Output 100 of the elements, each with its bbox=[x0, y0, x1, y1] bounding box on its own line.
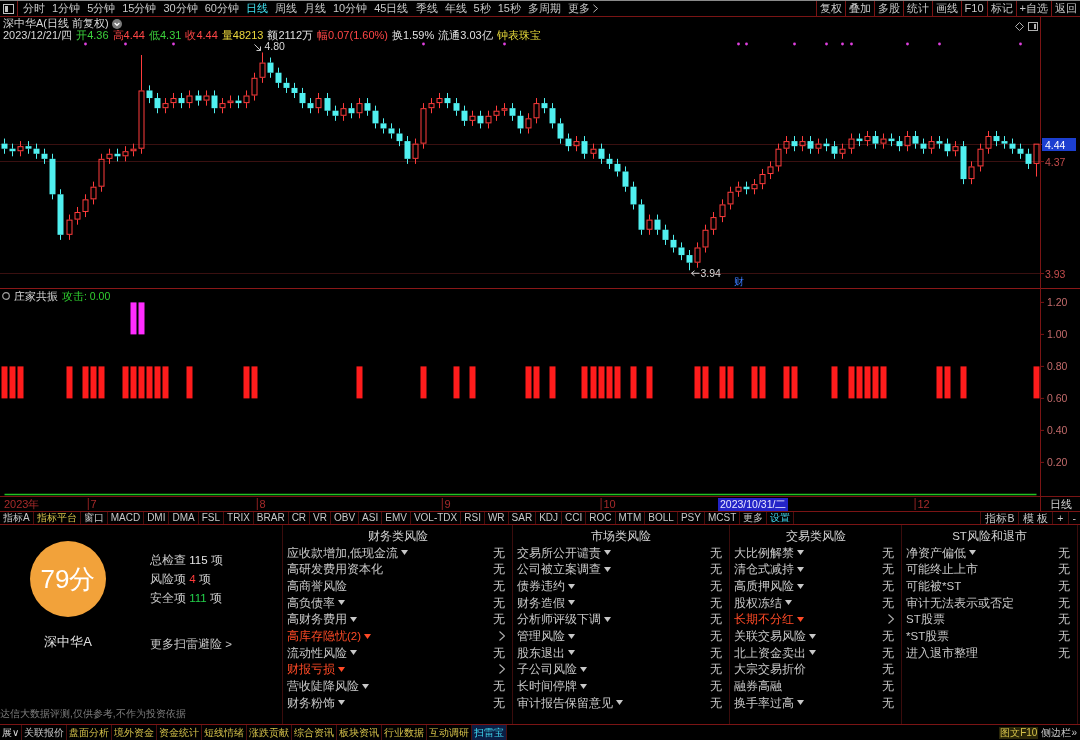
period-tab[interactable]: 周线 bbox=[272, 1, 300, 16]
period-tab[interactable]: 季线 bbox=[412, 1, 441, 16]
toolbar-button[interactable]: 标记 bbox=[986, 1, 1016, 16]
more-link[interactable]: 更多扫雷避险 > bbox=[150, 638, 232, 651]
dropdown-icon[interactable] bbox=[111, 18, 122, 29]
period-tab[interactable]: 分时 bbox=[20, 1, 48, 16]
indicator-tab[interactable]: DMI bbox=[144, 512, 170, 524]
risk-item[interactable]: ST股票 bbox=[906, 612, 945, 627]
period-tab[interactable]: 多周期 bbox=[524, 1, 564, 16]
risk-item[interactable]: 审计无法表示或否定 bbox=[906, 595, 1014, 610]
more-button[interactable]: 更多 bbox=[564, 1, 601, 16]
period-tab[interactable]: 5分钟 bbox=[84, 1, 119, 16]
bottom-tab[interactable]: 短线情绪 bbox=[202, 725, 248, 740]
toolbar-button[interactable]: +自选 bbox=[1015, 1, 1051, 16]
risk-item[interactable]: 子公司风险 bbox=[517, 662, 587, 677]
period-tab[interactable]: 60分钟 bbox=[201, 1, 242, 16]
indicator-tab[interactable]: 指标A bbox=[0, 512, 34, 524]
indicator-tab[interactable]: KDJ bbox=[536, 512, 563, 524]
indicator-tab[interactable]: - bbox=[1067, 512, 1080, 524]
indicator-tab[interactable]: + bbox=[1052, 512, 1068, 524]
risk-item[interactable]: 可能被*ST bbox=[906, 579, 962, 594]
risk-item[interactable]: 高研发费用资本化 bbox=[287, 562, 383, 577]
indicator-tab[interactable]: 更多 bbox=[740, 512, 768, 524]
side-link[interactable]: 图文F10 bbox=[999, 726, 1039, 739]
bottom-tab[interactable]: 展∨ bbox=[0, 725, 23, 740]
bottom-tab[interactable]: 行业数据 bbox=[382, 725, 428, 740]
period-tab[interactable]: 10分钟 bbox=[330, 1, 371, 16]
risk-item[interactable]: 高质押风险 bbox=[734, 579, 804, 594]
bottom-tab[interactable]: 盘面分析 bbox=[67, 725, 113, 740]
risk-item[interactable]: 清仓式减持 bbox=[734, 562, 804, 577]
risk-item[interactable]: 股权冻结 bbox=[734, 595, 792, 610]
risk-item[interactable]: 流动性风险 bbox=[287, 645, 357, 660]
risk-item[interactable]: 应收款增加,低现金流 bbox=[287, 545, 409, 560]
diamond-icon[interactable] bbox=[1015, 22, 1024, 31]
bottom-tab[interactable]: 涨跌贡献 bbox=[247, 725, 293, 740]
risk-item[interactable]: 大宗交易折价 bbox=[734, 662, 806, 677]
indicator-tab[interactable]: FSL bbox=[198, 512, 225, 524]
risk-item[interactable]: 分析师评级下调 bbox=[517, 612, 611, 627]
bottom-tab[interactable]: 境外资金 bbox=[112, 725, 158, 740]
indicator-tab[interactable]: WR bbox=[484, 512, 509, 524]
period-tab[interactable]: 30分钟 bbox=[160, 1, 201, 16]
risk-item[interactable]: 高财务费用 bbox=[287, 612, 357, 627]
bottom-tab[interactable]: 资金统计 bbox=[157, 725, 203, 740]
indicator-tab[interactable]: 指标平台 bbox=[33, 512, 81, 524]
risk-item[interactable]: 公司被立案调查 bbox=[517, 562, 611, 577]
toolbar-button[interactable]: 多股 bbox=[873, 1, 903, 16]
indicator-tab[interactable]: CR bbox=[288, 512, 311, 524]
indicator-tab[interactable]: 设置 bbox=[767, 512, 795, 524]
indicator-tab[interactable]: TRIX bbox=[224, 512, 254, 524]
risk-item[interactable]: 高商誉风险 bbox=[287, 579, 347, 594]
indicator-tab[interactable]: 指标B bbox=[980, 512, 1019, 524]
indicator-tab[interactable]: ASI bbox=[359, 512, 383, 524]
indicator-tab[interactable]: PSY bbox=[677, 512, 705, 524]
indicator-tab[interactable]: SAR bbox=[508, 512, 537, 524]
risk-item[interactable]: *ST股票 bbox=[906, 629, 950, 644]
risk-item[interactable]: 融券高融 bbox=[734, 679, 782, 694]
risk-item[interactable]: 进入退市整理 bbox=[906, 645, 978, 660]
indicator-tab[interactable]: MACD bbox=[107, 512, 145, 524]
toolbar-button[interactable]: 叠加 bbox=[844, 1, 874, 16]
bottom-tab[interactable]: 综合资讯 bbox=[292, 725, 338, 740]
risk-item[interactable]: 关联交易风险 bbox=[734, 629, 816, 644]
indicator-tab[interactable]: MTM bbox=[615, 512, 646, 524]
period-tab[interactable]: 日线 bbox=[243, 1, 271, 16]
indicator-tab[interactable]: BOLL bbox=[645, 512, 678, 524]
period-tab[interactable]: 1分钟 bbox=[49, 1, 84, 16]
indicator-tab[interactable]: DMA bbox=[169, 512, 199, 524]
toolbar-button[interactable]: 统计 bbox=[902, 1, 932, 16]
period-tab[interactable]: 月线 bbox=[301, 1, 329, 16]
risk-item[interactable]: 高库存隐忧(2) bbox=[287, 629, 372, 644]
bottom-tab[interactable]: 关联报价 bbox=[22, 725, 68, 740]
risk-item[interactable]: 审计报告保留意见 bbox=[517, 695, 623, 710]
risk-item[interactable]: 管理风险 bbox=[517, 629, 575, 644]
indicator-tab[interactable]: VR bbox=[310, 512, 331, 524]
indicator-tab[interactable]: 窗口 bbox=[80, 512, 108, 524]
indicator-tab[interactable]: 模 板 bbox=[1018, 512, 1053, 524]
square-icon[interactable] bbox=[1028, 22, 1038, 31]
toolbar-button[interactable]: 返回 bbox=[1051, 1, 1080, 16]
indicator-tab[interactable]: MCST bbox=[704, 512, 741, 524]
toolbar-button[interactable]: F10 bbox=[960, 1, 987, 16]
period-tab[interactable]: 45日线 bbox=[371, 1, 412, 16]
risk-item[interactable]: 可能终止上市 bbox=[906, 562, 978, 577]
indicator-tab[interactable]: CCI bbox=[562, 512, 587, 524]
risk-item[interactable]: 财务造假 bbox=[517, 595, 575, 610]
indicator-tab[interactable]: VOL-TDX bbox=[410, 512, 462, 524]
risk-item[interactable]: 财报亏损 bbox=[287, 662, 345, 677]
risk-item[interactable]: 换手率过高 bbox=[734, 695, 804, 710]
indicator-tab[interactable]: EMV bbox=[382, 512, 411, 524]
risk-item[interactable]: 财务粉饰 bbox=[287, 695, 345, 710]
risk-item[interactable]: 营收陡降风险 bbox=[287, 679, 369, 694]
risk-item[interactable]: 大比例解禁 bbox=[734, 545, 804, 560]
toolbar-button[interactable]: 画线 bbox=[931, 1, 961, 16]
period-tab[interactable]: 年线 bbox=[441, 1, 470, 16]
risk-item[interactable]: 股东退出 bbox=[517, 645, 575, 660]
indicator-tab[interactable]: ROC bbox=[586, 512, 616, 524]
period-tab[interactable]: 15分钟 bbox=[119, 1, 160, 16]
window-icon[interactable] bbox=[3, 3, 14, 14]
risk-item[interactable]: 交易所公开谴责 bbox=[517, 545, 611, 560]
period-tab[interactable]: 5秒 bbox=[470, 1, 494, 16]
risk-item[interactable]: 长期不分红 bbox=[734, 612, 804, 627]
indicator-tab[interactable]: OBV bbox=[331, 512, 360, 524]
